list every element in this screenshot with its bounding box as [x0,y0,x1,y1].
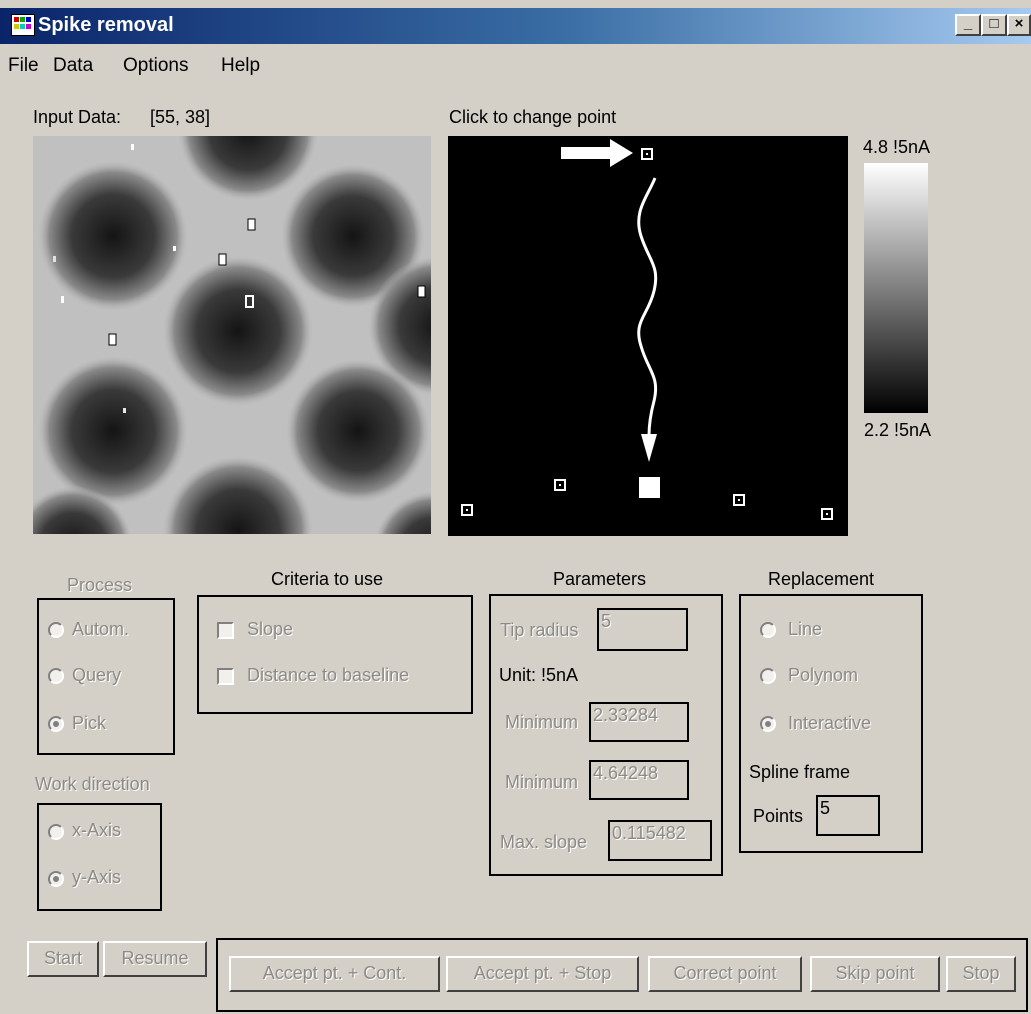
skip-point-button[interactable]: Skip point [810,956,940,992]
pick-panel-label: Click to change point [449,107,617,127]
colorbar-min: 2.2 !5nA [864,420,932,440]
radio-x-axis[interactable] [48,824,64,840]
minimum-input-1[interactable]: 2.33284 [589,702,689,742]
arrow-head-icon [641,434,657,462]
spline-frame-label: Spline frame [749,762,851,782]
close-button[interactable]: × [1007,14,1031,36]
checkbox-distance-label: Distance to baseline [247,665,410,685]
accept-stop-button[interactable]: Accept pt. + Stop [446,956,639,992]
points-input[interactable]: 5 [816,795,880,836]
radio-y-axis[interactable] [48,871,64,887]
menu-file[interactable]: File [8,55,39,77]
tip-radius-input[interactable]: 5 [597,608,688,651]
max-slope-label: Max. slope [500,832,588,852]
minimum-input-2[interactable]: 4.64248 [589,760,689,800]
radio-autom[interactable] [48,622,64,638]
points-label: Points [753,806,804,826]
input-data-label: Input Data: [33,107,122,127]
menu-help[interactable]: Help [221,55,260,77]
resume-button[interactable]: Resume [103,941,207,977]
minimize-button[interactable]: _ [955,14,981,36]
colorbar [864,163,928,413]
radio-polynom[interactable] [760,668,776,684]
radio-line[interactable] [760,622,776,638]
wavy-arrow-icon [637,177,658,437]
window-title: Spike removal [38,14,174,36]
work-direction-title: Work direction [35,774,150,794]
input-data-coords: [55, 38] [150,107,211,127]
radio-interactive[interactable] [760,716,776,732]
radio-interactive-label: Interactive [788,713,872,733]
process-title: Process [67,575,133,595]
checkbox-slope-label: Slope [247,619,294,639]
annotation-arrows [561,139,658,462]
radio-query[interactable] [48,668,64,684]
maximize-button[interactable]: □ [981,14,1007,36]
replacement-title: Replacement [768,569,875,589]
minimum-label-1: Minimum [505,712,579,732]
radio-x-axis-label: x-Axis [72,820,121,840]
max-slope-input[interactable]: 0.115482 [608,820,712,861]
stop-button[interactable]: Stop [946,956,1016,992]
radio-query-label: Query [72,665,122,685]
criteria-title: Criteria to use [271,569,384,589]
tip-radius-label: Tip radius [500,620,579,640]
radio-pick[interactable] [48,716,64,732]
checkbox-slope[interactable] [217,622,234,639]
colorbar-max: 4.8 !5nA [863,137,931,157]
app-icon [11,14,35,36]
criteria-group [197,595,473,714]
radio-autom-label: Autom. [72,619,130,639]
radio-y-axis-label: y-Axis [72,867,121,887]
right-arrow-icon [561,139,633,167]
input-data-image[interactable] [33,136,431,534]
radio-pick-label: Pick [72,713,107,733]
parameters-title: Parameters [553,569,647,589]
start-button[interactable]: Start [27,941,99,977]
minimum-label-2: Minimum [505,772,579,792]
unit-label: Unit: !5nA [499,665,579,685]
correct-point-button[interactable]: Correct point [648,956,802,992]
menu-data[interactable]: Data [53,55,93,77]
pick-canvas[interactable] [448,136,848,536]
accept-continue-button[interactable]: Accept pt. + Cont. [229,956,440,992]
menu-options[interactable]: Options [123,55,188,77]
input-data-heatmap [33,136,431,534]
radio-line-label: Line [788,619,823,639]
checkbox-distance[interactable] [217,668,234,685]
radio-polynom-label: Polynom [788,665,859,685]
